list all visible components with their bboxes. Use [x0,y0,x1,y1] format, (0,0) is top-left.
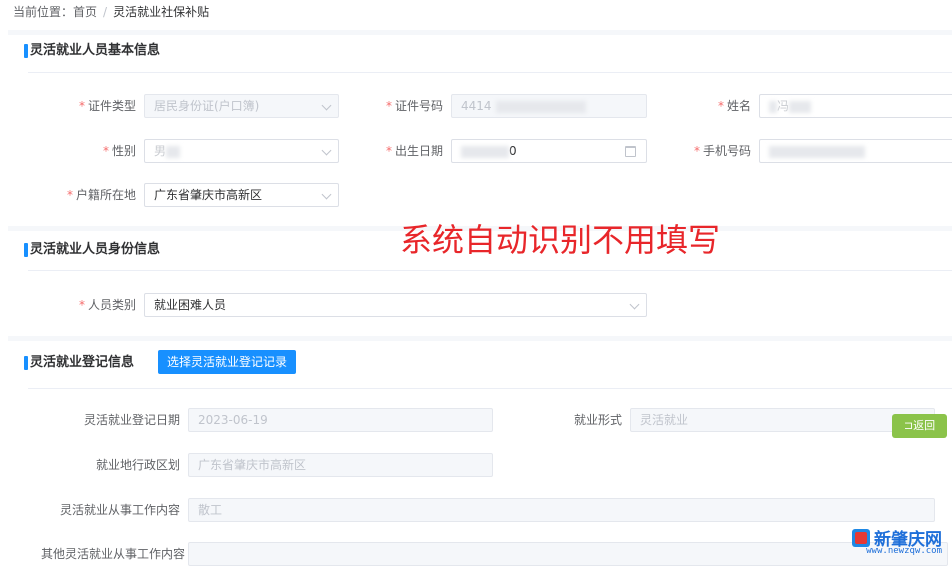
breadcrumb-prefix: 当前位置： [13,5,74,19]
section-divider-bar [8,30,952,35]
gender-select[interactable]: 男 [144,139,339,163]
id-type-select[interactable]: 居民身份证(户口簿) [144,94,339,118]
admin-region-input[interactable]: 广东省肇庆市高新区 [188,453,493,477]
breadcrumb-separator: / [103,5,108,19]
section-title-identity-info: 灵活就业人员身份信息 [23,242,161,257]
return-icon: ⊐ [903,419,914,432]
section-title-basic-info: 灵活就业人员基本信息 [23,43,161,58]
birth-date-label: * 出生日期 [385,144,443,158]
admin-region-label: 就业地行政区划 [95,458,180,472]
person-type-select[interactable]: 就业困难人员 [144,293,647,317]
watermark: 新肇庆网 www.newzqw.com [852,525,942,561]
household-select[interactable]: 广东省肇庆市高新区 [144,183,339,207]
breadcrumb-home-link[interactable]: 首页 [73,5,97,19]
chevron-down-icon [321,145,332,156]
gender-label: * 性别 [102,144,136,158]
work-content-input[interactable]: 散工 [188,498,935,522]
chevron-down-icon [321,100,332,111]
phone-input[interactable] [759,139,952,163]
back-button[interactable]: ⊐返回 [892,414,947,438]
breadcrumb-current: 灵活就业社保补贴 [113,5,210,19]
section-title-registration-info: 灵活就业登记信息 [23,355,135,370]
select-registration-record-button[interactable]: 选择灵活就业登记记录 [158,350,296,374]
other-work-input[interactable] [188,542,948,566]
employment-form-input[interactable]: 灵活就业 [630,408,935,432]
work-content-label: 灵活就业从事工作内容 [59,503,180,517]
chevron-down-icon [321,189,332,200]
section-line [28,270,952,271]
reg-date-input[interactable]: 2023-06-19 [188,408,493,432]
person-type-label: * 人员类别 [78,298,136,312]
other-work-label: 其他灵活就业从事工作内容 [40,547,185,561]
watermark-url: www.newzqw.com [866,546,942,556]
section-line [28,388,952,389]
employment-form-label: 就业形式 [573,413,622,427]
household-label: * 户籍所在地 [66,188,136,202]
site-logo-icon [852,528,871,547]
chevron-down-icon [629,299,640,310]
breadcrumb: 当前位置：首页 / 灵活就业社保补贴 [13,3,209,20]
name-input[interactable]: 冯 [759,94,952,118]
id-number-input[interactable]: 4414 [451,94,647,118]
phone-label: * 手机号码 [693,144,751,158]
reg-date-label: 灵活就业登记日期 [83,413,180,427]
name-label: * 姓名 [717,99,751,113]
section-divider-bar [8,336,952,341]
id-type-label: * 证件类型 [78,99,136,113]
overlay-annotation: 系统自动识别不用填写 [400,221,721,259]
id-number-label: * 证件号码 [385,99,443,113]
section-line [28,72,952,73]
